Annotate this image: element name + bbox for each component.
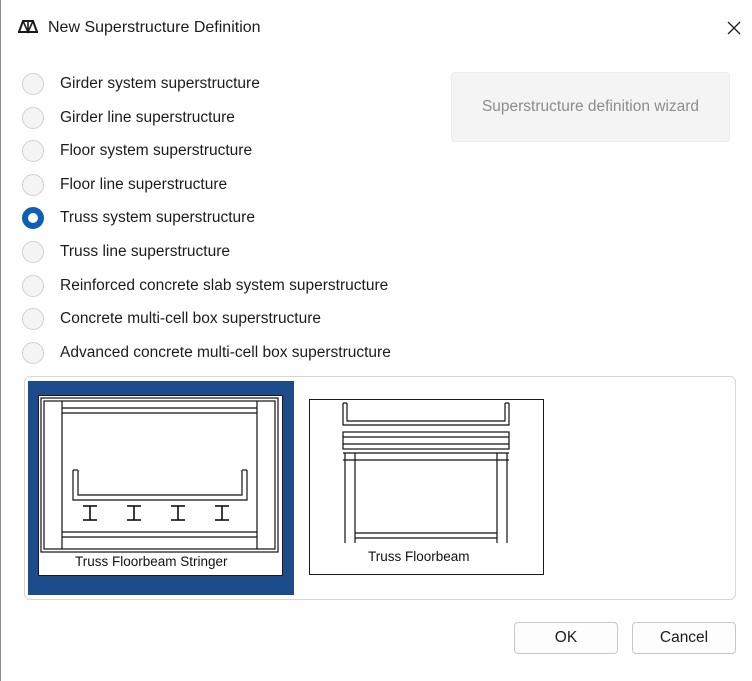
radio-button[interactable] bbox=[22, 174, 44, 196]
superstructure-wizard-button[interactable]: Superstructure definition wizard bbox=[451, 72, 730, 142]
radio-button-selected[interactable] bbox=[22, 207, 44, 229]
radio-rc-slab-system[interactable]: Reinforced concrete slab system superstr… bbox=[22, 271, 388, 301]
radio-button[interactable] bbox=[22, 308, 44, 330]
radio-floor-line[interactable]: Floor line superstructure bbox=[22, 170, 227, 200]
close-button[interactable] bbox=[716, 10, 752, 46]
close-icon bbox=[727, 21, 741, 35]
radio-button[interactable] bbox=[22, 275, 44, 297]
radio-advanced-concrete-multicell-box[interactable]: Advanced concrete multi-cell box superst… bbox=[22, 338, 391, 368]
radio-button[interactable] bbox=[22, 107, 44, 129]
type-tile-truss-floorbeam[interactable]: Truss Floorbeam bbox=[309, 399, 544, 575]
radio-button[interactable] bbox=[22, 241, 44, 263]
radio-label: Girder system superstructure bbox=[60, 75, 260, 92]
radio-label: Truss system superstructure bbox=[60, 209, 255, 226]
title-bar: New Superstructure Definition bbox=[0, 0, 752, 56]
radio-label: Advanced concrete multi-cell box superst… bbox=[60, 344, 391, 361]
radio-label: Girder line superstructure bbox=[60, 109, 235, 126]
radio-button[interactable] bbox=[22, 140, 44, 162]
tile-caption: Truss Floorbeam Stringer bbox=[75, 554, 228, 569]
radio-girder-system[interactable]: Girder system superstructure bbox=[22, 69, 260, 99]
radio-label: Floor line superstructure bbox=[60, 176, 228, 193]
type-tile-truss-floorbeam-stringer[interactable]: Truss Floorbeam Stringer bbox=[28, 381, 294, 595]
radio-concrete-multicell-box[interactable]: Concrete multi-cell box superstructure bbox=[22, 304, 321, 334]
radio-label: Floor system superstructure bbox=[60, 142, 253, 159]
radio-girder-line[interactable]: Girder line superstructure bbox=[22, 103, 235, 133]
radio-button[interactable] bbox=[22, 73, 44, 95]
cancel-button[interactable]: Cancel bbox=[632, 622, 736, 654]
radio-floor-system[interactable]: Floor system superstructure bbox=[22, 136, 252, 166]
window-left-border bbox=[0, 0, 1, 681]
radio-label: Reinforced concrete slab system superstr… bbox=[60, 277, 389, 294]
radio-button[interactable] bbox=[22, 342, 44, 364]
radio-label: Concrete multi-cell box superstructure bbox=[60, 310, 322, 327]
tile-frame: Truss Floorbeam Stringer bbox=[38, 395, 283, 576]
radio-truss-system[interactable]: Truss system superstructure bbox=[22, 203, 255, 233]
window-title: New Superstructure Definition bbox=[48, 19, 261, 36]
truss-bridge-icon bbox=[18, 20, 38, 34]
tile-caption: Truss Floorbeam bbox=[368, 549, 470, 564]
truss-floorbeam-diagram bbox=[342, 402, 510, 543]
radio-label: Truss line superstructure bbox=[60, 243, 230, 260]
radio-truss-line[interactable]: Truss line superstructure bbox=[22, 237, 230, 267]
truss-floorbeam-stringer-diagram bbox=[40, 397, 279, 553]
ok-button[interactable]: OK bbox=[514, 622, 618, 654]
